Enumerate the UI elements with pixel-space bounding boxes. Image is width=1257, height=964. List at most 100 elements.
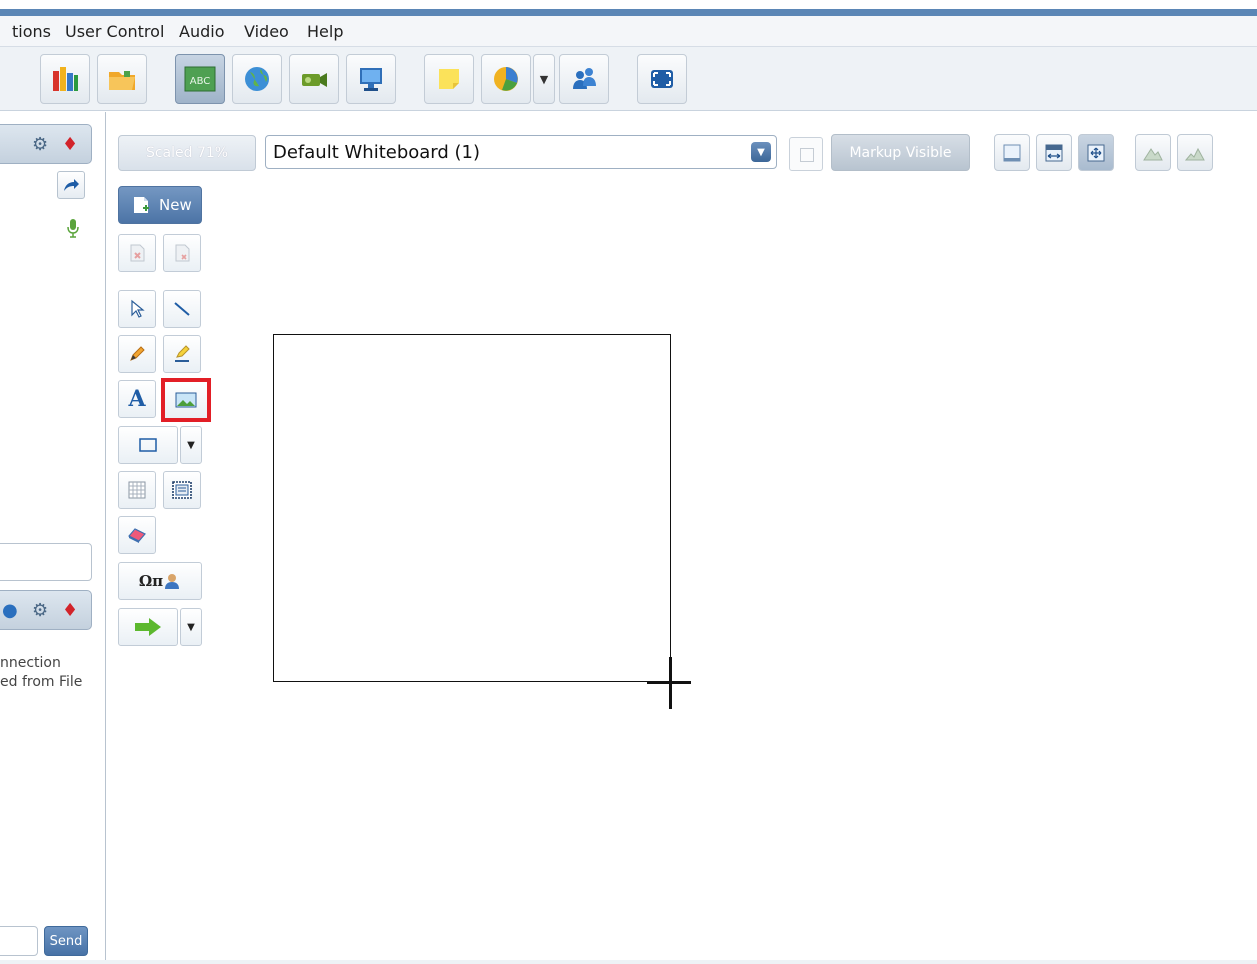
share-button[interactable] <box>57 171 85 199</box>
whiteboard-select[interactable]: Default Whiteboard (1) ▼ <box>265 135 777 169</box>
actual-size-button[interactable] <box>1078 134 1114 171</box>
text-tool-button[interactable]: A <box>118 380 156 418</box>
chevron-down-icon[interactable]: ▼ <box>751 142 771 162</box>
new-page-icon <box>134 197 149 213</box>
mountain-icon <box>1143 147 1163 160</box>
video-camera-icon <box>302 73 327 87</box>
delete-page-button[interactable] <box>118 234 156 272</box>
actual-size-icon <box>1087 144 1105 161</box>
web-globe-icon <box>245 67 269 91</box>
pen-tool-button[interactable] <box>118 335 156 373</box>
video-button[interactable] <box>289 54 339 104</box>
shape-dropdown[interactable]: ▼ <box>180 426 202 464</box>
clear-page-button[interactable] <box>163 234 201 272</box>
poll-button[interactable] <box>481 54 531 104</box>
window-top <box>0 0 1257 16</box>
new-page-button[interactable]: New <box>118 186 202 224</box>
forward-arrow-icon <box>64 179 79 191</box>
gear-icon[interactable]: ⚙ <box>32 600 48 621</box>
rectangle-icon <box>139 438 157 452</box>
mountain-icon <box>1184 147 1205 160</box>
menu-audio[interactable]: Audio <box>179 22 224 41</box>
send-button[interactable]: Send <box>44 926 88 956</box>
new-label: New <box>159 196 192 214</box>
mountain-right-button[interactable] <box>1177 134 1213 171</box>
person-icon <box>165 574 180 589</box>
gear-icon[interactable]: ⚙ <box>32 134 48 155</box>
open-folder-icon <box>109 71 135 90</box>
chat-message-input[interactable] <box>0 926 38 956</box>
menu-video[interactable]: Video <box>244 22 289 41</box>
eraser-icon <box>128 528 146 543</box>
drawn-rectangle[interactable] <box>273 334 671 682</box>
highlighter-icon <box>175 345 190 362</box>
menu-help[interactable]: Help <box>307 22 343 41</box>
fit-width-icon <box>1045 144 1063 161</box>
whiteboard-area: Scaled 71% Default Whiteboard (1) ▼ Mark… <box>107 112 1257 964</box>
symbols-tool-button[interactable]: Ωπ <box>118 562 202 600</box>
chevron-down-icon: ▼ <box>187 439 195 451</box>
whiteboard-name: Default Whiteboard (1) <box>273 142 481 163</box>
open-folder-button[interactable] <box>97 54 147 104</box>
highlighter-tool-button[interactable] <box>163 335 201 373</box>
line-tool-button[interactable] <box>163 290 201 328</box>
microphone-icon <box>66 218 80 242</box>
fit-width-button[interactable] <box>1036 134 1072 171</box>
fullscreen-icon <box>651 70 673 88</box>
select-tool-button[interactable] <box>118 290 156 328</box>
pencil-icon <box>130 346 145 361</box>
eraser-tool-button[interactable] <box>118 516 156 554</box>
fit-page-button[interactable] <box>994 134 1030 171</box>
markup-checkbox[interactable] <box>789 137 823 171</box>
desktop-share-icon <box>360 68 382 91</box>
poll-pie-icon <box>494 67 518 91</box>
markup-visible-button[interactable]: Markup Visible <box>831 134 970 171</box>
sticky-note-button[interactable] <box>424 54 474 104</box>
grid-tool-button[interactable] <box>118 471 156 509</box>
participants-button[interactable] <box>559 54 609 104</box>
menu-options[interactable]: tions <box>12 22 51 41</box>
panel-header-top: ⚙ ♦ <box>0 124 92 164</box>
whiteboard-abc-text: ABC <box>190 76 211 87</box>
sticky-note-icon <box>439 69 459 89</box>
library-icon <box>53 67 78 91</box>
main-toolbar: ABC ▼ <box>0 47 1257 111</box>
chevron-down-icon: ▼ <box>539 72 549 86</box>
page-icon <box>1003 144 1021 161</box>
shape-tool-button[interactable] <box>118 426 178 464</box>
chat-search-field[interactable] <box>0 543 92 581</box>
text-a-icon: A <box>128 386 146 412</box>
title-stripe <box>0 9 1257 16</box>
omega-pi-label: Ωπ <box>138 572 164 590</box>
pointer-arrow-icon <box>131 299 145 318</box>
clear-page-icon <box>175 244 190 262</box>
panel-header-bottom: ● ⚙ ♦ <box>0 590 92 630</box>
image-tool-button[interactable] <box>161 378 211 422</box>
background-tool-button[interactable] <box>163 471 201 509</box>
poll-dropdown[interactable]: ▼ <box>533 54 555 104</box>
scale-indicator[interactable]: Scaled 71% <box>118 135 256 171</box>
fullscreen-button[interactable] <box>637 54 687 104</box>
whiteboard-button[interactable]: ABC <box>175 54 225 104</box>
loaded-from-file-text: ed from File <box>0 674 83 690</box>
participants-icon <box>573 68 596 89</box>
pin-icon[interactable]: ♦ <box>62 134 78 155</box>
image-icon <box>175 392 197 408</box>
stamp-frame-icon <box>172 481 192 499</box>
menu-bar: tions User Control Audio Video Help <box>0 16 1257 47</box>
crosshair-cursor-vertical <box>669 657 672 709</box>
arrow-dropdown[interactable]: ▼ <box>180 608 202 646</box>
mountain-left-button[interactable] <box>1135 134 1171 171</box>
line-icon <box>174 302 190 316</box>
desktop-share-button[interactable] <box>346 54 396 104</box>
status-strip <box>0 960 1257 964</box>
web-share-button[interactable] <box>232 54 282 104</box>
library-button[interactable] <box>40 54 90 104</box>
grid-icon <box>128 481 146 499</box>
users-icon[interactable]: ● <box>2 600 18 621</box>
pin-icon[interactable]: ♦ <box>62 600 78 621</box>
menu-user-control[interactable]: User Control <box>65 22 164 41</box>
whiteboard-abc-icon: ABC <box>184 66 216 92</box>
next-arrow-button[interactable] <box>118 608 178 646</box>
delete-page-icon <box>130 244 145 262</box>
